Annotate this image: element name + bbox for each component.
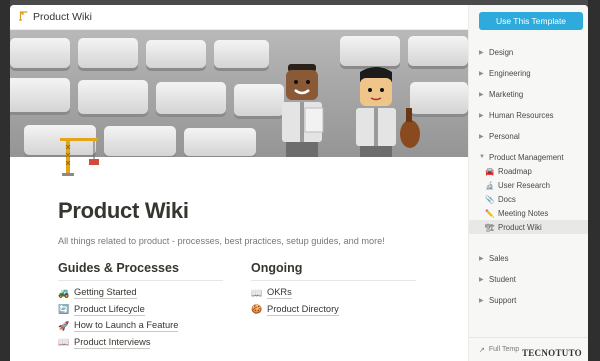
triangle-right-icon: ▶ [479, 297, 484, 304]
section-heading: Ongoing [251, 261, 416, 281]
cycle-icon: 🔄 [58, 304, 70, 315]
page-subtitle: All things related to product - processe… [58, 236, 385, 246]
page-breadcrumb[interactable]: Product Wiki [33, 11, 92, 23]
rocket-icon: 🚀 [58, 320, 70, 331]
link-label: OKRs [267, 287, 292, 300]
minifigure-left [282, 64, 324, 157]
desktop-backdrop-right [588, 0, 600, 361]
paperclip-icon: 📎 [485, 194, 495, 204]
arrow-icon: ↗ [479, 346, 485, 354]
section-guides-processes: Guides & Processes 🚜 Getting Started 🔄 P… [58, 261, 223, 351]
link-label: Product Interviews [74, 336, 151, 349]
template-user-research[interactable]: 🔬 User Research [469, 178, 588, 192]
link-okrs[interactable]: 📖 OKRs [251, 285, 416, 302]
triangle-right-icon: ▶ [479, 49, 484, 56]
link-label: Product Lifecycle [74, 303, 145, 316]
link-product-interviews[interactable]: 📖 Product Interviews [58, 335, 223, 352]
microscope-icon: 🔬 [485, 180, 495, 190]
page-preview: Product Wiki Product Wiki All things rel… [10, 5, 468, 361]
triangle-right-icon: ▶ [479, 133, 484, 140]
triangle-right-icon: ▶ [479, 255, 484, 262]
book-icon: 📖 [58, 337, 70, 348]
template-sidebar: Use This Template ▶ Design ▶ Engineering… [468, 5, 588, 361]
link-getting-started[interactable]: 🚜 Getting Started [58, 285, 223, 302]
link-launch-feature[interactable]: 🚀 How to Launch a Feature [58, 318, 223, 335]
section-ongoing: Ongoing 📖 OKRs 🍪 Product Directory [251, 261, 416, 318]
category-marketing[interactable]: ▶ Marketing [469, 84, 588, 104]
category-student[interactable]: ▶ Student [469, 269, 588, 289]
car-icon: 🚘 [485, 166, 495, 176]
triangle-down-icon: ▼ [479, 154, 485, 160]
section-heading: Guides & Processes [58, 261, 223, 281]
cookie-icon: 🍪 [251, 304, 263, 315]
crane-icon: 🏗 [485, 222, 495, 232]
desktop-backdrop-left [0, 0, 10, 361]
page-title: Product Wiki [58, 198, 189, 223]
crane-icon [18, 10, 29, 24]
link-product-directory[interactable]: 🍪 Product Directory [251, 302, 416, 319]
triangle-right-icon: ▶ [479, 276, 484, 283]
category-engineering[interactable]: ▶ Engineering [469, 63, 588, 83]
triangle-right-icon: ▶ [479, 91, 484, 98]
triangle-right-icon: ▶ [479, 70, 484, 77]
link-label: Getting Started [74, 287, 137, 300]
triangle-right-icon: ▶ [479, 112, 484, 119]
book-icon: 📖 [251, 287, 263, 298]
pencil-icon: ✏️ [485, 208, 495, 218]
template-roadmap[interactable]: 🚘 Roadmap [469, 164, 588, 178]
watermark: TECNOTUTO [521, 348, 582, 358]
tractor-icon: 🚜 [58, 287, 70, 298]
link-label: Product Directory [267, 303, 339, 316]
category-human-resources[interactable]: ▶ Human Resources [469, 105, 588, 125]
category-sales[interactable]: ▶ Sales [469, 248, 588, 268]
link-label: How to Launch a Feature [74, 320, 179, 333]
crane-icon [58, 133, 102, 186]
use-template-button[interactable]: Use This Template [479, 12, 583, 30]
template-product-wiki[interactable]: 🏗 Product Wiki [469, 220, 588, 234]
page-topbar: Product Wiki [10, 5, 468, 30]
link-product-lifecycle[interactable]: 🔄 Product Lifecycle [58, 302, 223, 319]
template-meeting-notes[interactable]: ✏️ Meeting Notes [469, 206, 588, 220]
category-support[interactable]: ▶ Support [469, 290, 588, 310]
template-docs[interactable]: 📎 Docs [469, 192, 588, 206]
minifigure-right [356, 67, 420, 157]
template-preview-window: Product Wiki Product Wiki All things rel… [10, 5, 588, 361]
category-personal[interactable]: ▶ Personal [469, 126, 588, 146]
category-design[interactable]: ▶ Design [469, 42, 588, 62]
